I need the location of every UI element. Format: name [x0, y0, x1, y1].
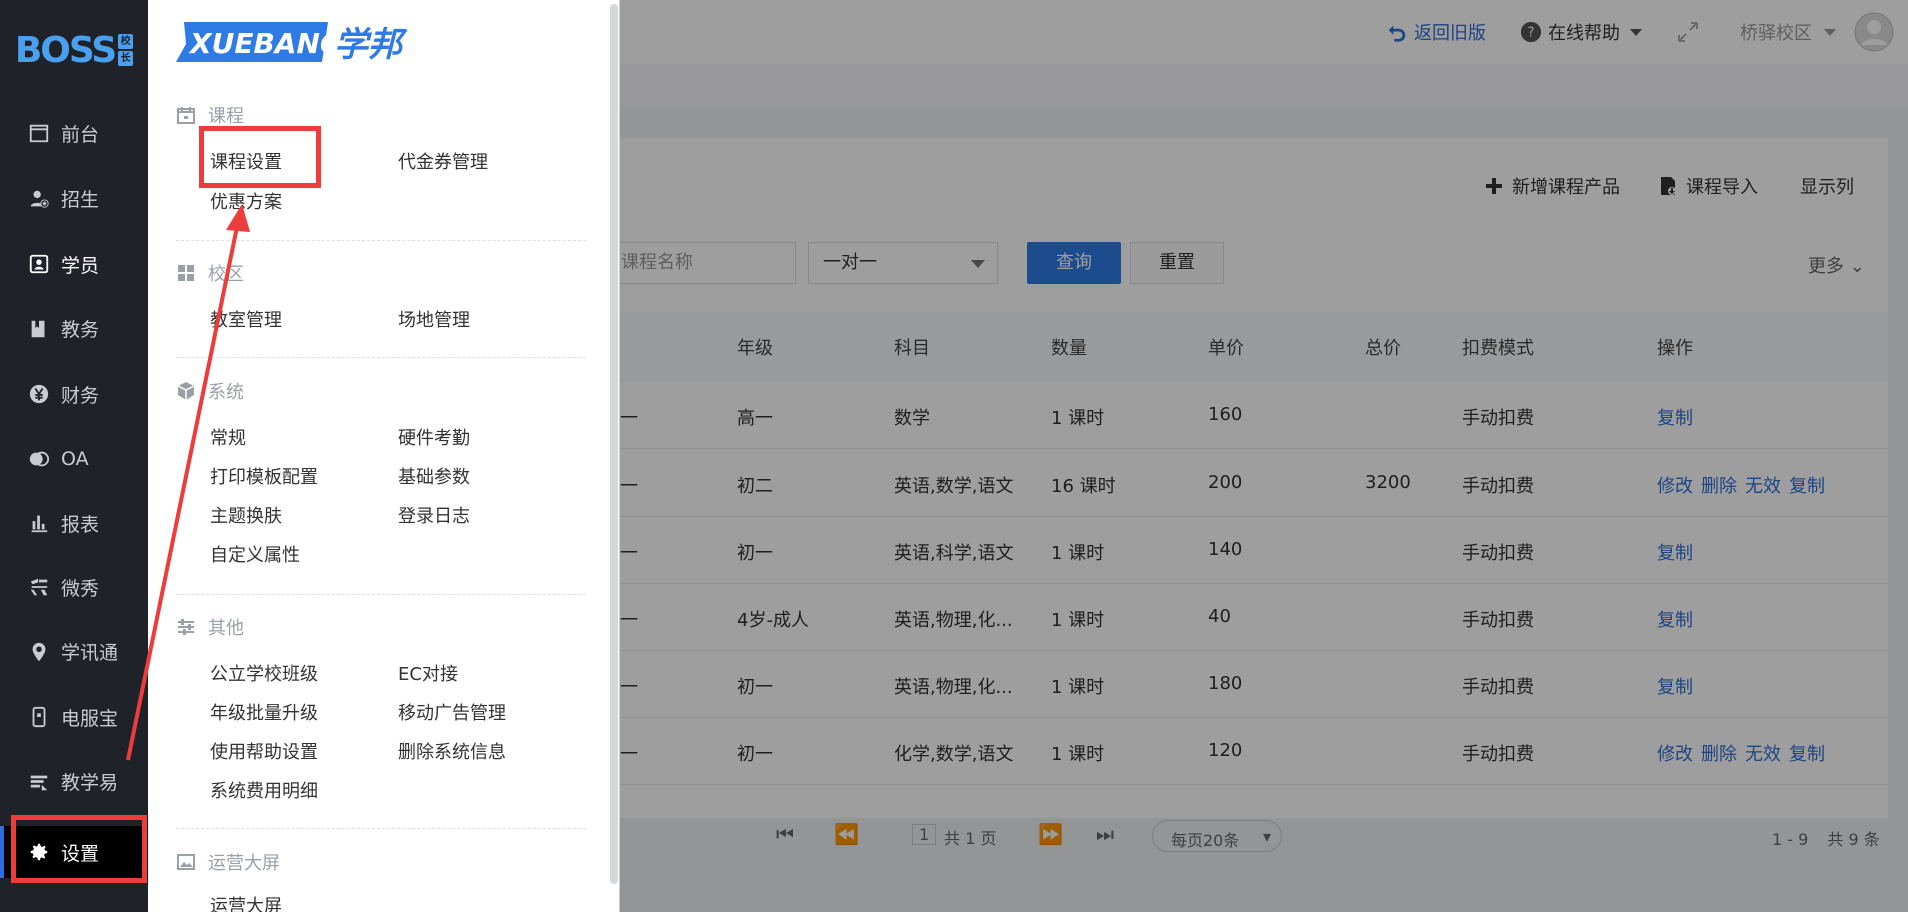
sidebar-item-label: 电服宝 — [61, 707, 119, 730]
logo-main: BOSS — [14, 29, 117, 71]
sidebar-item-10[interactable]: 电服宝 — [0, 692, 148, 742]
menu-item[interactable]: 公立学校班级 — [210, 660, 318, 686]
sidebar-item-1[interactable]: 前台 — [0, 108, 148, 158]
sidebar-item-label: 学讯通 — [61, 642, 119, 665]
menu-section-title: 校区 — [176, 260, 244, 286]
oa-icon — [27, 447, 51, 471]
section-title-label: 课程 — [208, 106, 244, 127]
phone-icon — [27, 705, 51, 729]
sidebar-item-label: OA — [61, 447, 89, 470]
sidebar-item-8[interactable]: 微秀 — [0, 562, 148, 612]
image-icon — [177, 854, 195, 870]
menu-section-title: 运营大屏 — [176, 849, 280, 875]
menu-item[interactable]: 教室管理 — [210, 306, 282, 332]
weixiu-icon — [27, 575, 51, 599]
menu-item[interactable]: 场地管理 — [398, 306, 470, 332]
menu-item[interactable]: 课程设置 — [210, 148, 282, 174]
menu-item[interactable]: 系统费用明细 — [210, 777, 318, 803]
sidebar: BOSS 校 长 前台招生学员教务财务 OA 报表微秀学讯通电服宝教学易设置 — [0, 0, 148, 912]
menu-item[interactable]: 登录日志 — [398, 502, 470, 528]
menu-item[interactable]: 删除系统信息 — [398, 738, 506, 764]
course-calendar-icon — [177, 107, 195, 124]
menu-item[interactable]: 移动广告管理 — [398, 699, 506, 725]
sidebar-item-label: 教务 — [61, 319, 100, 342]
menu-item[interactable]: 主题换肤 — [210, 502, 282, 528]
section-title-label: 系统 — [208, 382, 244, 403]
menu-item[interactable]: 运营大屏 — [210, 892, 282, 912]
sidebar-item-9[interactable]: 学讯通 — [0, 627, 148, 677]
sidebar-item-4[interactable]: 教务 — [0, 304, 148, 354]
menu-item[interactable]: EC对接 — [398, 660, 458, 686]
campus-grid-icon — [178, 265, 194, 281]
location-icon — [27, 640, 51, 664]
logo-tag: 校 长 — [118, 33, 134, 67]
section-title-label: 校区 — [208, 264, 244, 285]
sidebar-item-11[interactable]: 教学易 — [0, 757, 148, 807]
gear-icon — [27, 840, 51, 864]
xuebang-logo: XUEBANG 学邦 — [176, 18, 466, 66]
bar-chart-icon — [27, 511, 51, 535]
cube-icon — [177, 382, 195, 400]
sidebar-item-3[interactable]: 学员 — [0, 239, 148, 289]
student-card-icon — [27, 252, 51, 276]
sidebar-item-12[interactable]: 设置 — [0, 826, 148, 878]
active-indicator — [0, 826, 4, 878]
menu-item[interactable]: 自定义属性 — [210, 541, 300, 567]
sidebar-item-label: 报表 — [61, 513, 100, 536]
logo-tag-2: 长 — [118, 51, 134, 66]
sidebar-item-label: 学员 — [61, 254, 100, 277]
menu-item[interactable]: 优惠方案 — [210, 188, 282, 214]
menu-item[interactable]: 年级批量升级 — [210, 699, 318, 725]
menu-item[interactable]: 基础参数 — [398, 463, 470, 489]
sliders-icon — [178, 619, 194, 635]
sidebar-item-label: 前台 — [61, 123, 100, 146]
sidebar-item-6[interactable]: OA — [0, 434, 148, 484]
divider — [176, 828, 586, 829]
sidebar-item-7[interactable]: 报表 — [0, 498, 148, 548]
sidebar-item-label: 微秀 — [61, 577, 100, 600]
sidebar-item-2[interactable]: 招生 — [0, 174, 148, 224]
menu-section-title: 系统 — [176, 378, 244, 404]
menu-item[interactable]: 硬件考勤 — [398, 424, 470, 450]
menu-item[interactable]: 代金券管理 — [398, 148, 488, 174]
sidebar-item-label: 教学易 — [61, 772, 119, 795]
menu-section-title: 课程 — [176, 102, 244, 128]
sidebar-item-5[interactable]: 财务 — [0, 369, 148, 419]
sidebar-item-label: 招生 — [61, 189, 100, 212]
section-title-label: 其他 — [208, 618, 244, 639]
calendar-icon — [27, 121, 51, 145]
settings-menu: XUEBANG 学邦 课程课程设置 代金券管理优惠方案校区教室管理 场地管理系统常规… — [148, 0, 620, 912]
brand-latin: XUEBANG — [188, 27, 343, 60]
book-icon — [27, 317, 51, 341]
menu-item[interactable]: 打印模板配置 — [210, 463, 318, 489]
boss-logo: BOSS 校 长 — [0, 0, 148, 100]
menu-section-title: 其他 — [176, 614, 244, 640]
sidebar-item-label: 设置 — [61, 842, 100, 865]
menu-scrollbar[interactable] — [610, 4, 618, 884]
yen-icon — [27, 382, 51, 406]
menu-item[interactable]: 使用帮助设置 — [210, 738, 318, 764]
teaching-icon — [27, 770, 51, 794]
divider — [176, 357, 586, 358]
divider — [176, 240, 586, 241]
user-add-icon — [27, 187, 51, 211]
section-title-label: 运营大屏 — [208, 853, 280, 874]
menu-item[interactable]: 常规 — [210, 424, 246, 450]
logo-tag-1: 校 — [118, 34, 134, 49]
divider — [176, 594, 586, 595]
brand-cn: 学邦 — [334, 25, 408, 65]
sidebar-item-label: 财务 — [61, 384, 100, 407]
